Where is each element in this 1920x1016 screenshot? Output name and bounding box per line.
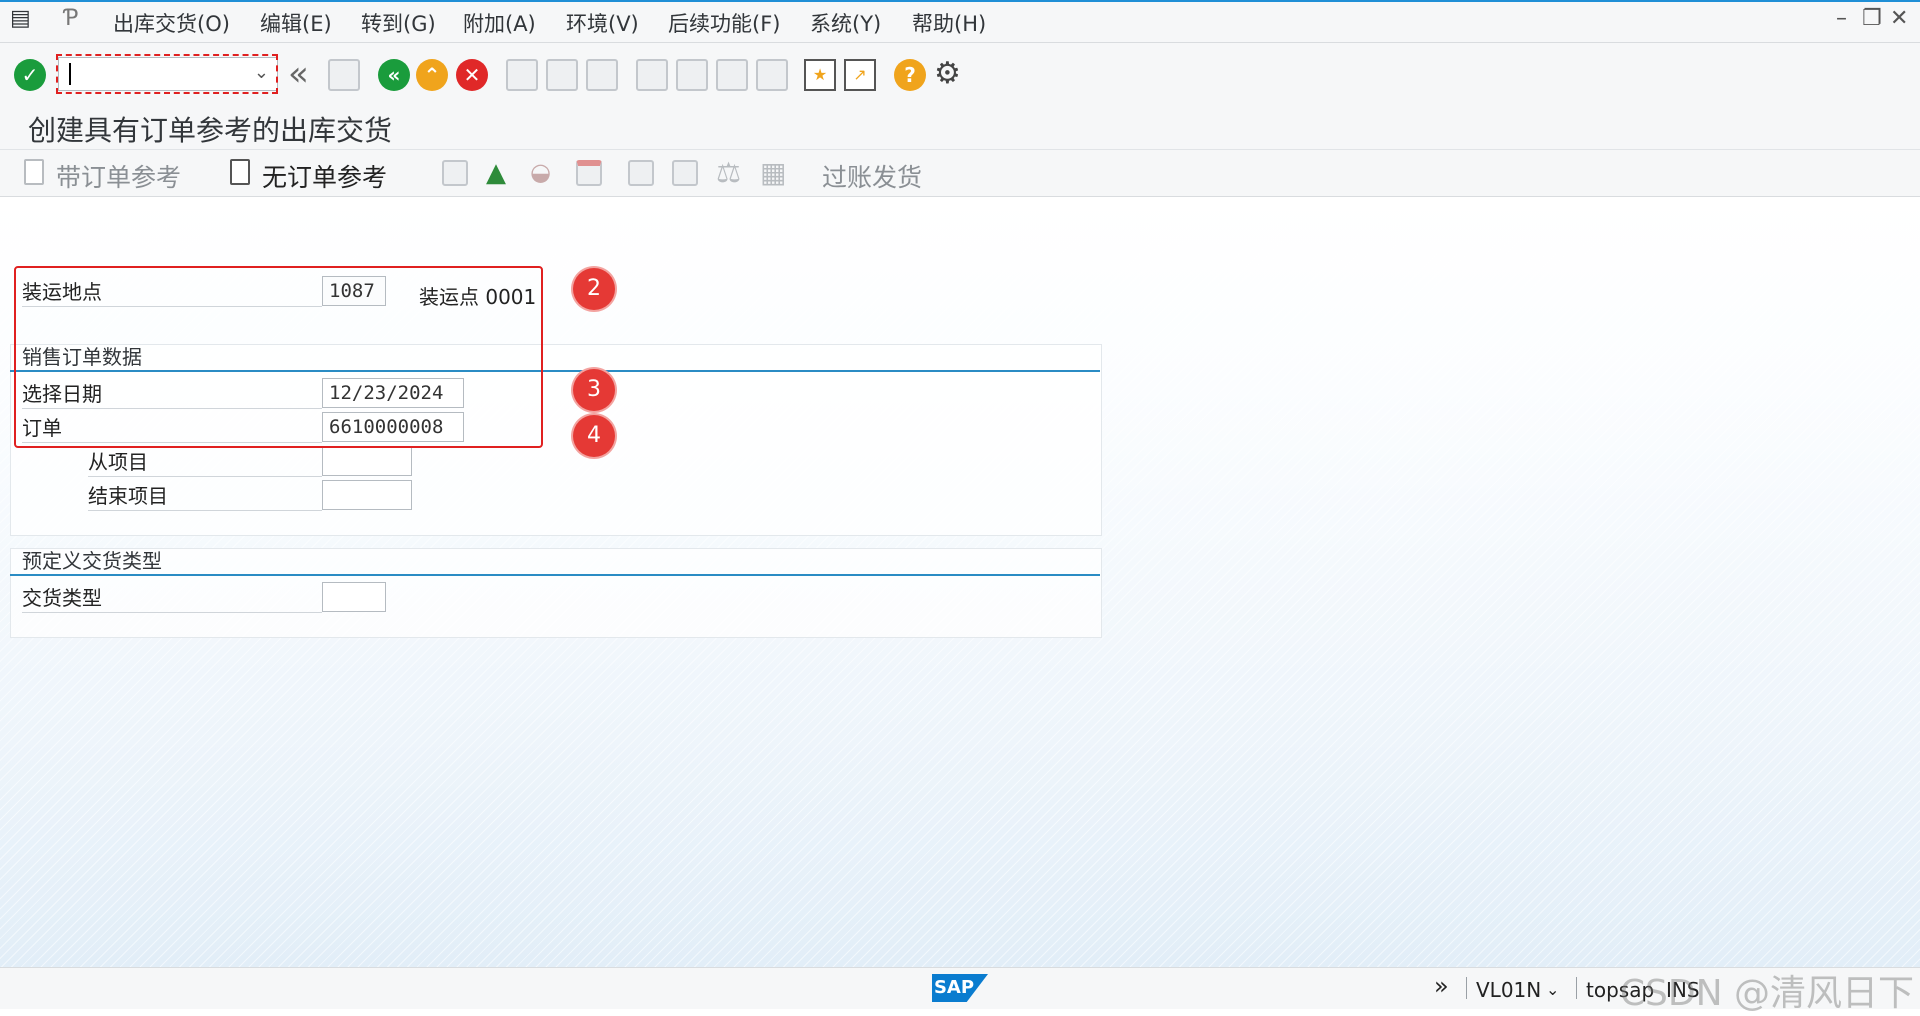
- restore-icon[interactable]: ❐: [1862, 6, 1882, 31]
- with-order-ref-button[interactable]: 带订单参考: [56, 158, 181, 194]
- minimize-icon[interactable]: –: [1836, 6, 1847, 31]
- settings-gear-icon[interactable]: ⚙: [934, 59, 966, 91]
- annotation-highlight-box: [14, 266, 543, 448]
- application-toolbar: 带订单参考 无订单参考 ▲ ◒ ⚖ ▦ 过账发货: [0, 150, 1920, 197]
- annotation-marker-4: 4: [573, 415, 615, 457]
- save-icon[interactable]: [328, 59, 360, 91]
- close-window-icon[interactable]: ✕: [1890, 6, 1908, 31]
- post-goods-issue-button[interactable]: 过账发货: [822, 158, 922, 194]
- annotation-marker-3: 3: [573, 369, 615, 411]
- document-icon: [24, 159, 44, 185]
- menu-edit[interactable]: 编辑(E): [260, 8, 332, 38]
- menu-bar: ▤ Ƥ 出库交货(O) 编辑(E) 转到(G) 附加(A) 环境(V) 后续功能…: [0, 2, 1920, 43]
- menu-goto[interactable]: 转到(G): [361, 8, 436, 38]
- menu-extras[interactable]: 附加(A): [463, 8, 536, 38]
- menu-icon[interactable]: ▤: [10, 6, 31, 31]
- without-order-ref-button[interactable]: 无订单参考: [262, 158, 387, 194]
- collapse-left-icon[interactable]: «: [288, 57, 320, 91]
- hat-icon[interactable]: ◒: [530, 158, 551, 186]
- help-icon[interactable]: ?: [894, 59, 926, 91]
- command-field[interactable]: ⌄: [56, 54, 278, 94]
- find-icon[interactable]: [546, 59, 578, 91]
- to-item-field[interactable]: [322, 480, 412, 510]
- blank-doc-icon[interactable]: [672, 160, 698, 186]
- standard-toolbar: ✓ ⌄ « « ⌃ ✕ ★ ↗ ? ⚙: [0, 43, 1920, 105]
- enter-check-icon[interactable]: ✓: [14, 59, 46, 91]
- menu-outbound-delivery[interactable]: 出库交货(O): [113, 8, 230, 38]
- find-next-icon[interactable]: [586, 59, 618, 91]
- delivery-type-field[interactable]: [322, 582, 386, 612]
- copy-doc-icon[interactable]: [442, 160, 468, 186]
- abacus-icon[interactable]: ▦: [760, 156, 786, 189]
- previous-page-icon[interactable]: [676, 59, 708, 91]
- from-item-field[interactable]: [322, 446, 412, 476]
- expand-status-icon[interactable]: »: [1434, 972, 1449, 1000]
- from-item-label: 从项目: [88, 447, 322, 477]
- flag-doc-icon[interactable]: [576, 160, 602, 186]
- delivery-type-label: 交货类型: [22, 583, 322, 613]
- last-page-icon[interactable]: [756, 59, 788, 91]
- transaction-code: VL01N: [1476, 978, 1542, 1002]
- package-icon[interactable]: [628, 160, 654, 186]
- page-title: 创建具有订单参考的出库交货: [28, 114, 393, 147]
- status-separator: [1576, 977, 1577, 999]
- annotation-marker-2: 2: [573, 268, 615, 310]
- new-session-icon[interactable]: ★: [804, 59, 836, 91]
- menu-environment[interactable]: 环境(V): [566, 8, 639, 38]
- mountain-icon[interactable]: ▲: [486, 158, 506, 188]
- text-caret: [69, 63, 71, 85]
- print-icon[interactable]: [506, 59, 538, 91]
- delivery-type-section-title: 预定义交货类型: [10, 548, 1100, 576]
- exit-icon[interactable]: ⌃: [416, 59, 448, 91]
- menu-system[interactable]: 系统(Y): [810, 8, 881, 38]
- command-field-highlight: [56, 54, 278, 94]
- status-separator: [1466, 977, 1467, 999]
- status-bar: SAP » VL01N ⌄ topsap INS CSDN @清风日下: [0, 967, 1920, 1014]
- chevron-down-icon[interactable]: ⌄: [254, 62, 269, 83]
- menu-subsequent-functions[interactable]: 后续功能(F): [668, 8, 780, 38]
- first-page-icon[interactable]: [636, 59, 668, 91]
- cancel-icon[interactable]: ✕: [456, 59, 488, 91]
- sap-p-icon[interactable]: Ƥ: [64, 6, 78, 31]
- menu-help[interactable]: 帮助(H): [912, 8, 986, 38]
- shortcut-icon[interactable]: ↗: [844, 59, 876, 91]
- back-icon[interactable]: «: [378, 59, 410, 91]
- balance-icon[interactable]: ⚖: [716, 156, 741, 189]
- watermark-text: CSDN @清风日下: [1619, 973, 1914, 1014]
- next-page-icon[interactable]: [716, 59, 748, 91]
- chevron-down-icon[interactable]: ⌄: [1546, 980, 1559, 999]
- to-item-label: 结束项目: [88, 481, 322, 511]
- document-icon: [230, 159, 250, 185]
- title-bar: 创建具有订单参考的出库交货: [0, 105, 1920, 150]
- sap-logo: SAP: [932, 974, 988, 1002]
